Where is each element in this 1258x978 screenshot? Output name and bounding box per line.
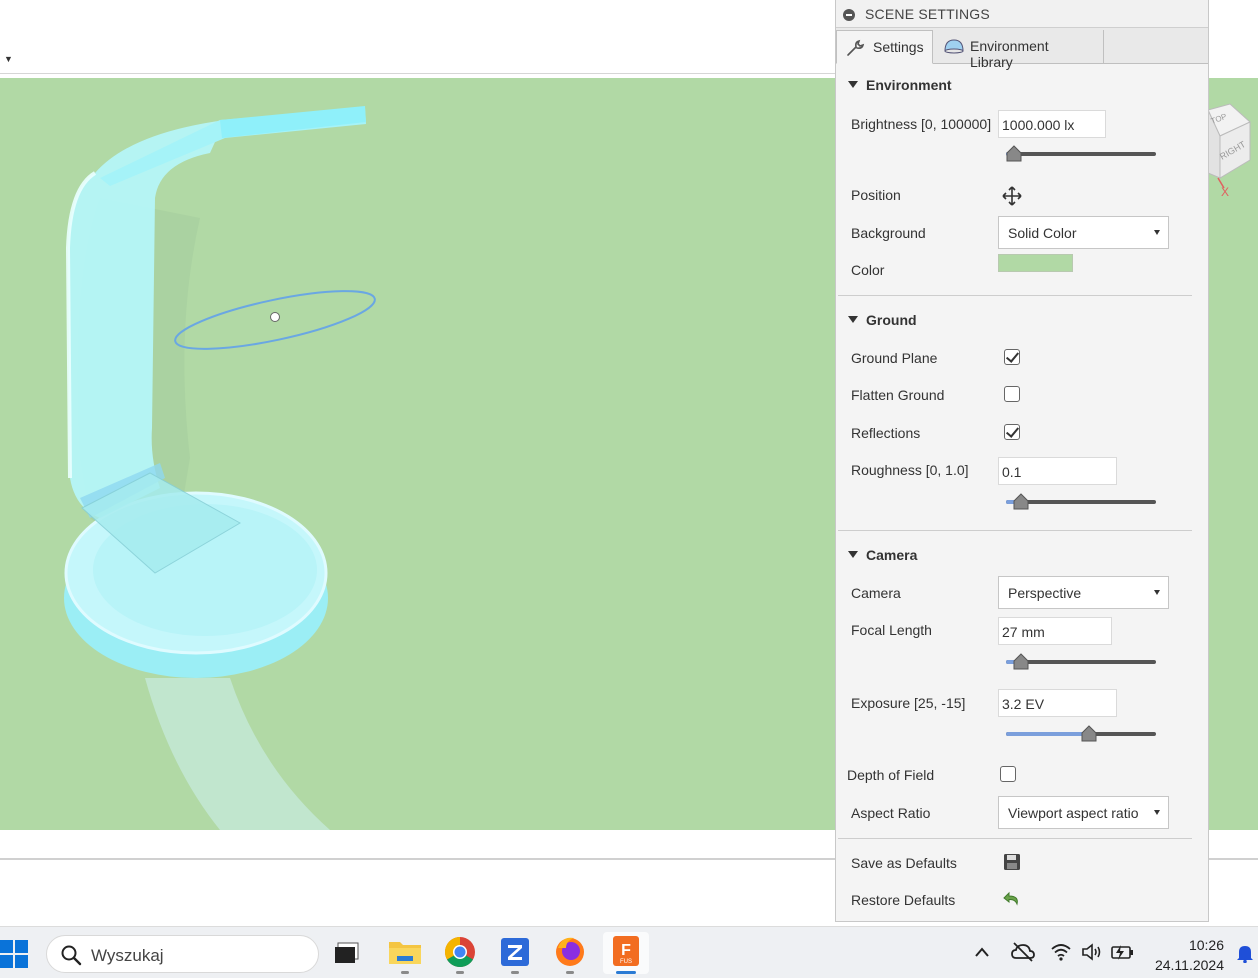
focal-length-slider[interactable] [1006,653,1156,671]
slider-thumb-icon[interactable] [1005,145,1023,163]
slider-thumb-icon[interactable] [1080,725,1098,743]
wifi-icon[interactable] [1050,943,1072,964]
ground-plane-label: Ground Plane [851,350,938,366]
slider-thumb-icon[interactable] [1012,493,1030,511]
flatten-ground-checkbox[interactable] [1004,386,1020,402]
position-label: Position [851,187,901,203]
focal-length-label: Focal Length [851,622,932,638]
tab-settings[interactable]: Settings [836,30,933,64]
scene-settings-panel: SCENE SETTINGS Settings Environment Libr… [835,0,1209,922]
collapse-triangle-icon [848,81,858,88]
background-label: Background [851,225,926,241]
dropdown-caret-icon[interactable]: ▼ [4,54,13,64]
slider-thumb-icon[interactable] [1012,653,1030,671]
viewcube-x-axis-label: X [1221,185,1229,199]
flatten-ground-label: Flatten Ground [851,387,945,403]
color-label: Color [851,262,885,278]
chevron-down-icon [1154,590,1160,595]
cloud-offline-icon[interactable] [1011,941,1035,966]
save-icon[interactable] [1003,853,1021,874]
aspect-ratio-label: Aspect Ratio [851,805,931,821]
svg-text:FUS: FUS [620,959,632,965]
wrench-icon [846,39,866,60]
dome-icon [943,38,965,57]
system-clock[interactable]: 10:26 24.11.2024 [1155,935,1224,975]
roughness-label: Roughness [0, 1.0] [851,462,969,478]
tab-environment-library[interactable]: Environment Library [934,30,1104,70]
brightness-input[interactable]: 1000.000 lx [998,110,1106,138]
roughness-slider[interactable] [1006,493,1156,511]
status-strip [0,830,835,860]
clock-date: 24.11.2024 [1154,957,1224,973]
exposure-label: Exposure [25, -15] [851,695,966,711]
ground-section-header[interactable]: Ground [848,312,917,328]
environment-section-header[interactable]: Environment [848,77,952,93]
volume-icon[interactable] [1081,943,1103,964]
brightness-label: Brightness [0, 100000] [851,116,992,132]
taskbar-search[interactable]: Wyszukaj [46,935,319,973]
restore-defaults-label: Restore Defaults [851,892,956,908]
chevron-up-icon[interactable] [974,945,990,961]
focal-length-input[interactable]: 27 mm [998,617,1112,645]
file-explorer-icon[interactable] [385,932,425,974]
chevron-down-icon [1154,810,1160,815]
viewport-right-edge[interactable]: TOP RIGHT X [1208,78,1258,830]
ground-plane-checkbox[interactable] [1004,349,1020,365]
search-placeholder: Wyszukaj [91,946,164,965]
fusion-icon[interactable]: F FUS [603,932,649,974]
windows-start-icon[interactable] [0,940,28,971]
top-toolbar: ▼ [0,0,835,74]
depth-of-field-checkbox[interactable] [1000,766,1016,782]
move-icon[interactable] [1002,186,1022,209]
camera-section-header[interactable]: Camera [848,547,917,563]
depth-of-field-label: Depth of Field [847,767,935,783]
save-defaults-label: Save as Defaults [851,855,957,871]
firefox-icon[interactable] [550,932,590,974]
brightness-slider[interactable] [1006,145,1156,163]
reflections-checkbox[interactable] [1004,424,1020,440]
camera-select[interactable]: Perspective [998,576,1169,609]
clock-time: 10:26 [1188,937,1224,953]
tab-settings-label: Settings [873,39,924,55]
viewcube[interactable]: TOP RIGHT X [1208,78,1258,830]
color-swatch[interactable] [998,254,1073,272]
chrome-icon[interactable] [440,932,480,974]
notification-bell-icon[interactable] [1236,943,1254,966]
exposure-slider[interactable] [1006,725,1156,743]
camera-label: Camera [851,585,901,601]
reflections-label: Reflections [851,425,921,441]
panel-header: SCENE SETTINGS [836,0,1208,28]
search-icon [60,944,82,969]
task-view-icon[interactable] [330,932,370,974]
3d-viewport[interactable] [0,78,835,830]
exposure-input[interactable]: 3.2 EV [998,689,1117,717]
panel-tabs: Settings Environment Library [836,28,1208,70]
chevron-down-icon [1154,230,1160,235]
position-gizmo-handle [270,312,280,322]
zoom-icon[interactable] [495,932,535,974]
background-select[interactable]: Solid Color [998,216,1169,249]
roughness-input[interactable]: 0.1 [998,457,1117,485]
windows-taskbar: Wyszukaj F FUS 10:26 24.11.2024 [0,926,1258,978]
collapse-triangle-icon [848,551,858,558]
tab-environment-library-label: Environment Library [970,38,1049,70]
collapse-panel-icon[interactable] [843,9,855,21]
collapse-triangle-icon [848,316,858,323]
panel-title: SCENE SETTINGS [865,6,990,22]
viewport-scene [0,78,835,830]
svg-text:F: F [621,942,631,959]
aspect-ratio-select[interactable]: Viewport aspect ratio [998,796,1169,829]
undo-arrow-icon[interactable] [1002,890,1022,911]
battery-charging-icon[interactable] [1110,942,1136,965]
